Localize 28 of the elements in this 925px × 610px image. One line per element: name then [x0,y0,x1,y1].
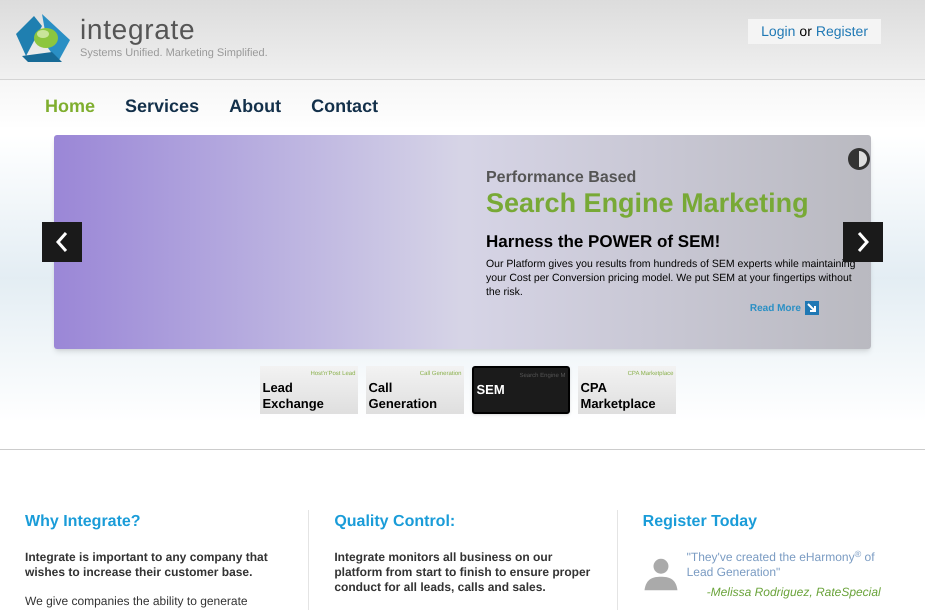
testimonial-author: -Melissa Rodriguez, RateSpecial [706,584,882,601]
nav-link[interactable]: Services [125,92,200,120]
separator-text: or [799,22,812,41]
logo-wordmark: integrate [80,14,196,45]
nav-link[interactable]: About [229,92,282,120]
thumbnail-label: Lead Exchange [262,380,324,412]
column-heading: Why Integrate? [25,512,142,532]
column-paragraph: Integrate is important to any company that wishes to increase their customer base. [25,550,269,580]
slide-body: Our Platform gives you results from hundreds of SEM experts while maintaining your Cost per Conversion pricing model. We put SEM at your fingertips without the risk. [486,256,856,298]
previous-button[interactable] [42,222,82,262]
column-paragraph: We give companies the ability to generate [25,594,249,609]
chevron-left-icon [55,231,69,253]
slide-kicker: Performance Based [486,169,638,187]
slide-title: Search Engine Marketing [486,187,810,219]
nav-link[interactable]: Contact [311,92,378,120]
login-link[interactable]: Login [761,21,796,42]
thumbnail-label: CPA Marketplace [580,380,656,412]
tagline: Systems Unified. Marketing Simplified. [80,46,268,61]
slide-heading: Harness the POWER of SEM! [486,231,722,253]
column-paragraph: Integrate monitors all business on our platform from start to finish to ensure proper conduct for all leads, calls and sales. [334,550,592,595]
register-link[interactable]: Register [816,21,868,42]
thumbnail-label: SEM [476,382,505,398]
column-heading: Register Today [642,512,758,532]
chevron-right-icon [856,231,870,253]
testimonial-quote: "They've created the eHarmony$^{®}$ of Lead Generation" [686,550,876,580]
column-heading: Quality Control: [334,512,456,532]
thumbnail-label: Call Generation [368,380,438,412]
arrow-icon [805,301,819,315]
